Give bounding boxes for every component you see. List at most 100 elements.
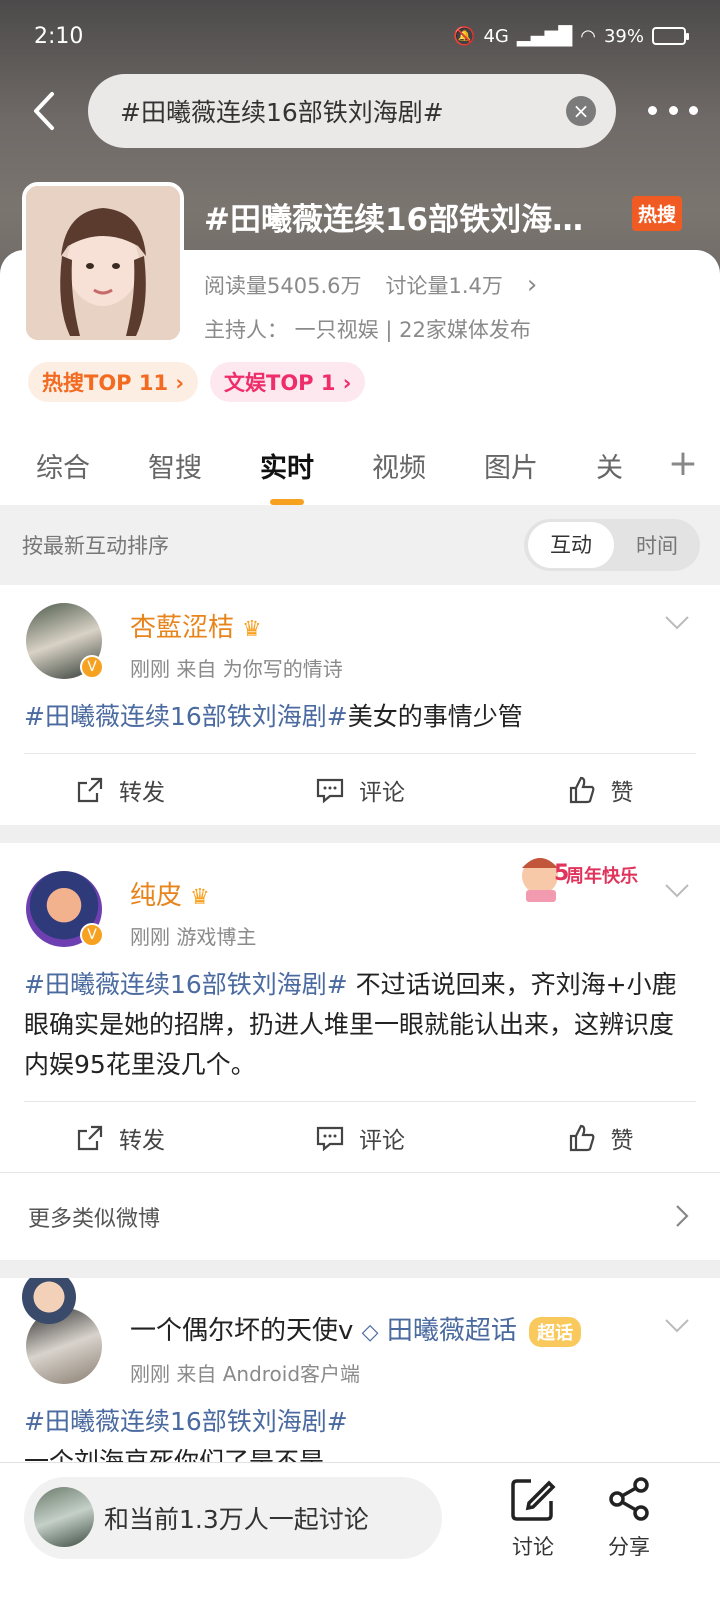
repost-button[interactable]: 转发 (0, 755, 240, 825)
avatar (34, 1487, 94, 1547)
repost-label: 转发 (119, 1128, 165, 1154)
author-name-text: 纯皮 (130, 881, 183, 911)
discuss-label: 讨论 (512, 1535, 554, 1559)
post-meta: 刚刚 来自 Android客户端 (130, 1362, 361, 1386)
author-name-text: 一个偶尔坏的天使v (130, 1316, 354, 1346)
chevron-right-icon: › (526, 270, 538, 300)
status-time: 2:10 (34, 23, 84, 49)
post-meta: 刚刚 游戏博主 (130, 925, 257, 949)
tab-smart-search[interactable]: 智搜 (148, 446, 202, 485)
diamond-icon: ◇ (361, 1320, 379, 1345)
sort-time-option[interactable]: 时间 (614, 530, 700, 560)
like-button[interactable]: 赞 (480, 755, 720, 825)
like-button[interactable]: 赞 (480, 1103, 720, 1173)
comment-icon (316, 1126, 344, 1152)
tab-realtime[interactable]: 实时 (260, 446, 314, 505)
sort-toggle: 互动 时间 (524, 519, 700, 571)
hashtag-link[interactable]: #田曦薇连续16部铁刘海剧# (24, 970, 348, 999)
chevron-down-icon[interactable] (664, 1318, 690, 1334)
add-tab-icon[interactable]: + (668, 443, 698, 484)
like-label: 赞 (610, 1128, 634, 1154)
hot-search-badge: 热搜 (632, 196, 683, 231)
search-input[interactable]: #田曦薇连续16部铁刘海剧# × (88, 74, 616, 148)
wifi-icon: ◠ (580, 25, 596, 47)
discussion-count: 讨论量1.4万 (385, 274, 503, 298)
topic-stats[interactable]: 阅读量5405.6万 讨论量1.4万 › (204, 270, 537, 300)
sort-interact-option[interactable]: 互动 (528, 522, 614, 568)
topic-avatar (22, 182, 184, 344)
tab-more[interactable]: 关 (596, 446, 623, 485)
more-similar-label: 更多类似微博 (28, 1206, 161, 1232)
chevron-down-icon[interactable] (664, 615, 690, 631)
tab-bar: 综合 智搜 实时 视频 图片 关 + (0, 425, 720, 505)
post-content: 一个刘海哀死你们了是不是 (24, 1447, 325, 1464)
thumbs-up-icon (569, 1124, 594, 1152)
post-text: #田曦薇连续16部铁刘海剧# 不过话说回来，齐刘海+小鹿眼确实是她的招牌，扔进人… (24, 965, 696, 1085)
compose-icon (511, 1479, 556, 1521)
more-options-icon[interactable] (648, 100, 698, 120)
sort-bar: 按最新互动排序 互动 时间 (0, 505, 720, 585)
signal-icon: ▂▄▆█ (516, 25, 573, 47)
search-query: #田曦薇连续16部铁刘海剧# (120, 98, 444, 127)
author-name[interactable]: 纯皮 ♛ (130, 875, 210, 912)
more-similar-posts-link[interactable]: 更多类似微博 (0, 1172, 720, 1260)
author-name[interactable]: 杏藍涩桔 ♛ (130, 607, 262, 644)
repost-icon (77, 777, 103, 803)
repost-icon (77, 1125, 103, 1151)
post-actions: 转发 评论 赞 (0, 1103, 720, 1173)
crown-icon: ♛ (242, 617, 262, 642)
anniversary-text: 周年快乐 (566, 866, 638, 887)
join-discussion-label: 和当前1.3万人一起讨论 (104, 1505, 369, 1534)
post-meta: 刚刚 来自 为你写的情诗 (130, 657, 343, 681)
clear-icon[interactable]: × (566, 96, 596, 126)
supertopic-link[interactable]: 田曦薇超话 (387, 1316, 517, 1346)
like-label: 赞 (610, 780, 634, 806)
battery-icon (652, 27, 689, 45)
comment-label: 评论 (359, 1128, 405, 1154)
network-label: 4G (483, 25, 509, 47)
hashtag-link[interactable]: #田曦薇连续16部铁刘海剧# (24, 702, 348, 731)
bottom-bar: 和当前1.3万人一起讨论 讨论 分享 (0, 1462, 720, 1600)
back-arrow-icon[interactable] (26, 88, 66, 134)
post-text: #田曦薇连续16部铁刘海剧# 一个刘海哀死你们了是不是 (24, 1402, 696, 1464)
crown-icon: ♛ (190, 885, 210, 910)
read-count: 阅读量5405.6万 (204, 274, 362, 298)
supertopic-badge: 超话 (529, 1317, 582, 1347)
author-name[interactable]: 一个偶尔坏的天使v ◇ 田曦薇超话 超话 (130, 1310, 582, 1347)
post-actions: 转发 评论 赞 (0, 755, 720, 825)
discuss-button[interactable]: 讨论 (498, 1475, 568, 1561)
tab-video[interactable]: 视频 (372, 446, 426, 485)
post-content: 美女的事情少管 (347, 702, 523, 731)
mute-icon: 🔕 (453, 25, 476, 47)
tab-comprehensive[interactable]: 综合 (36, 446, 90, 485)
chevron-right-icon (676, 1205, 689, 1227)
hot-search-rank[interactable]: 热搜TOP 11 › (28, 362, 199, 402)
share-label: 分享 (608, 1535, 650, 1559)
share-button[interactable]: 分享 (594, 1475, 664, 1561)
hashtag-link[interactable]: #田曦薇连续16部铁刘海剧# (24, 1402, 696, 1442)
anniversary-badge: 5 周年快乐 (512, 846, 662, 906)
topic-host: 主持人： 一只视娱 | 22家媒体发布 (204, 318, 531, 342)
join-discussion-button[interactable]: 和当前1.3万人一起讨论 (24, 1477, 442, 1559)
comment-icon (316, 778, 344, 804)
entertainment-rank[interactable]: 文娱TOP 1 › (210, 362, 366, 402)
sort-label: 按最新互动排序 (22, 534, 169, 558)
battery-percent: 39% (603, 25, 644, 47)
comment-button[interactable]: 评论 (240, 1103, 480, 1173)
chevron-down-icon[interactable] (664, 883, 690, 899)
post-card[interactable]: V 杏藍涩桔 ♛ 刚刚 来自 为你写的情诗 #田曦薇连续16部铁刘海剧#美女的事情… (0, 585, 720, 825)
post-card[interactable]: 一个偶尔坏的天使v ◇ 田曦薇超话 超话 刚刚 来自 Android客户端 #田… (0, 1278, 720, 1464)
repost-button[interactable]: 转发 (0, 1103, 240, 1173)
share-icon (609, 1477, 649, 1521)
anniversary-mascot-icon: 5 (522, 858, 569, 902)
author-name-text: 杏藍涩桔 (130, 613, 235, 643)
divider (24, 1101, 696, 1102)
verified-badge-icon: V (80, 923, 104, 947)
verified-badge-icon: V (80, 655, 104, 679)
tab-images[interactable]: 图片 (484, 446, 538, 485)
topic-title: #田曦薇连续16部铁刘海… (204, 202, 584, 238)
status-bar: 2:10 🔕 4G ▂▄▆█ ◠ 39% (34, 18, 689, 54)
post-text: #田曦薇连续16部铁刘海剧#美女的事情少管 (24, 697, 696, 737)
comment-button[interactable]: 评论 (240, 755, 480, 825)
top-nav: #田曦薇连续16部铁刘海剧# × (0, 74, 720, 148)
